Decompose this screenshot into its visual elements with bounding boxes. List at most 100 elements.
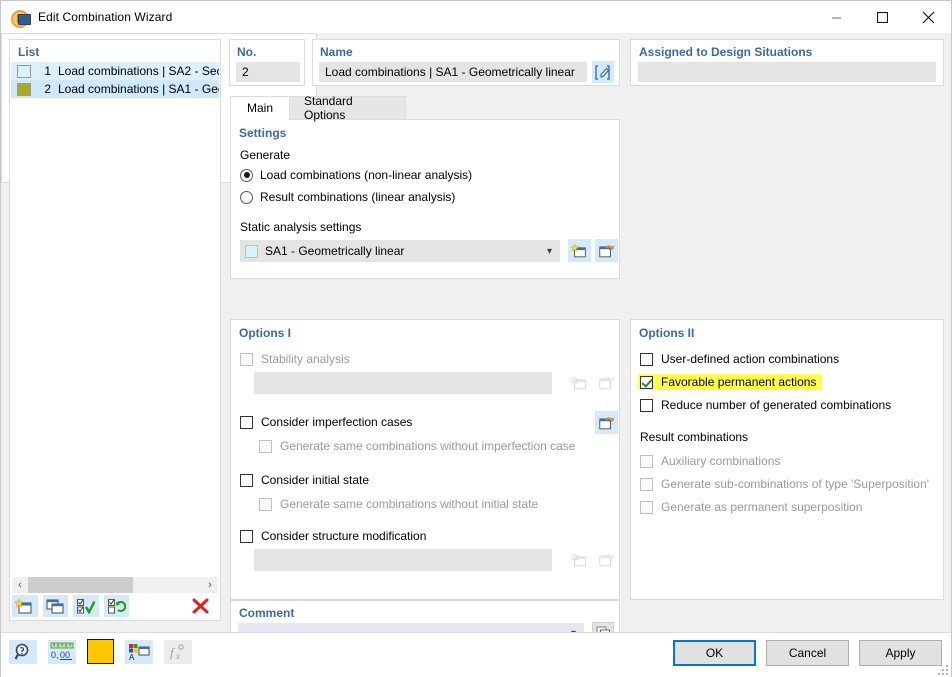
svg-text:0,: 0, [51,650,59,660]
assigned-value[interactable] [638,62,936,82]
color-swatch [17,82,31,96]
checkbox-generate-without-initial-state: Generate same combinations without initi… [259,497,538,511]
stability-analysis-field [254,372,552,394]
list-horizontal-scrollbar[interactable]: ‹ › [12,577,218,593]
static-analysis-value: SA1 - Geometrically linear [265,244,405,258]
checkbox-user-defined-action-combinations[interactable]: User-defined action combinations [640,352,839,366]
checkbox-label: Auxiliary combinations [661,454,781,468]
radio-button[interactable] [240,168,253,182]
checkbox-box[interactable] [240,473,253,487]
number-label: No. [237,45,257,59]
tab-strip: Main Standard Options [230,94,944,122]
checkbox-label: Consider initial state [261,473,370,487]
options-2-panel: Options II User-defined action combinati… [630,319,944,600]
settings-title: Settings [239,126,287,140]
status-icon-group: 0, 00 A f x [9,639,203,664]
number-value[interactable]: 2 [236,62,300,82]
apply-button[interactable]: Apply [859,640,942,666]
info-magnifier-icon[interactable] [9,639,37,664]
checkbox-box [640,500,653,514]
structure-modification-field [254,549,552,571]
checkbox-label: Stability analysis [261,352,350,366]
close-icon[interactable] [905,1,951,33]
checkbox-favorable-permanent-actions[interactable]: Favorable permanent actions [638,374,823,390]
checkbox-box[interactable] [640,352,653,366]
checkbox-stability-analysis: Stability analysis [240,352,350,366]
checkbox-generate-sub-combinations: Generate sub-combinations of type 'Super… [640,477,929,491]
formula-icon: f x [164,639,192,664]
checkbox-consider-imperfection-cases[interactable]: Consider imperfection cases [240,415,412,429]
checkbox-box[interactable] [640,398,653,412]
toggle-selection-icon[interactable] [103,595,130,617]
new-structure-modification-icon [568,548,591,571]
edit-imperfection-icon[interactable] [595,411,618,434]
name-panel: Name Load combinations | SA1 - Geometric… [312,39,620,86]
checkbox-box[interactable] [240,415,253,429]
list-item-label: Load combinations | SA2 - Secon [58,64,219,78]
color-swatch-icon[interactable] [87,639,114,664]
checkbox-box[interactable] [640,375,653,389]
checkbox-label: Consider structure modification [261,529,427,543]
checkbox-box [640,477,653,491]
checkbox-reduce-number-of-generated-combinations[interactable]: Reduce number of generated combinations [640,398,891,412]
static-analysis-select[interactable]: SA1 - Geometrically linear ▾ [240,240,560,262]
checkbox-generate-without-imperfection: Generate same combinations without imper… [259,439,575,453]
dialog-content: List 1 Load combinations | SA2 - Secon 2… [1,33,951,648]
checkbox-label: Generate sub-combinations of type 'Super… [661,477,930,491]
new-stability-icon [568,371,591,394]
combination-list[interactable]: 1 Load combinations | SA2 - Secon 2 Load… [11,62,219,574]
checkbox-label: Generate same combinations without initi… [280,497,539,511]
checkbox-label: User-defined action combinations [661,352,840,366]
name-input[interactable]: Load combinations | SA1 - Geometrically … [319,62,587,82]
window-title: Edit Combination Wizard [38,10,173,24]
edit-static-analysis-icon[interactable] [595,239,618,262]
rename-icon[interactable] [592,61,614,83]
checkbox-box [259,439,272,453]
list-item[interactable]: 2 Load combinations | SA1 - Geom [11,80,219,98]
maximize-icon[interactable] [859,1,905,33]
settings-panel: Settings Generate Load combinations (non… [230,119,620,279]
new-static-analysis-icon[interactable] [568,239,591,262]
combination-wizard-icon [10,7,31,28]
checkbox-consider-initial-state[interactable]: Consider initial state [240,473,369,487]
cancel-button[interactable]: Cancel [766,640,849,666]
radio-load-combinations[interactable]: Load combinations (non-linear analysis) [240,168,472,182]
scrollbar-track[interactable] [28,577,202,593]
checkbox-generate-as-permanent-superposition: Generate as permanent superposition [640,500,862,514]
radio-result-combinations[interactable]: Result combinations (linear analysis) [240,190,455,204]
tab-standard-options[interactable]: Standard Options [289,94,406,122]
display-properties-icon[interactable]: A [125,639,153,664]
chevron-down-icon[interactable]: ▾ [547,246,552,257]
checkbox-label: Reduce number of generated combinations [661,398,892,412]
ok-button[interactable]: OK [673,640,756,666]
name-label: Name [320,45,353,59]
checkbox-auxiliary-combinations: Auxiliary combinations [640,454,780,468]
checkbox-consider-structure-modification[interactable]: Consider structure modification [240,529,426,543]
svg-text:x: x [175,651,180,661]
delete-icon[interactable] [187,595,213,617]
decimal-places-icon[interactable]: 0, 00 [48,639,76,664]
tab-main[interactable]: Main [230,96,290,120]
select-all-icon[interactable] [73,595,99,617]
scrollbar-thumb[interactable] [28,577,133,593]
title-bar: Edit Combination Wizard [1,1,951,33]
list-toolbar [12,594,218,618]
copy-combination-wizard-icon[interactable] [42,595,69,617]
new-combination-wizard-icon[interactable] [12,595,38,617]
svg-text:00: 00 [60,650,70,660]
assigned-design-situations-panel: Assigned to Design Situations [630,39,944,86]
checkbox-box[interactable] [240,529,253,543]
checkbox-label: Consider imperfection cases [261,415,413,429]
edit-combination-wizard-window: Edit Combination Wizard List 1 Load comb [0,0,952,677]
svg-text:A: A [129,653,135,661]
list-item[interactable]: 1 Load combinations | SA2 - Secon [11,62,219,80]
list-item-number: 2 [44,82,51,96]
scroll-left-icon[interactable]: ‹ [12,577,28,593]
resize-grip[interactable] [936,663,948,675]
scroll-right-icon[interactable]: › [202,577,218,593]
radio-label: Result combinations (linear analysis) [260,190,456,204]
minimize-icon[interactable] [813,1,859,33]
edit-structure-modification-icon [595,548,618,571]
list-panel: List 1 Load combinations | SA2 - Secon 2… [9,39,221,621]
radio-button[interactable] [240,190,253,204]
